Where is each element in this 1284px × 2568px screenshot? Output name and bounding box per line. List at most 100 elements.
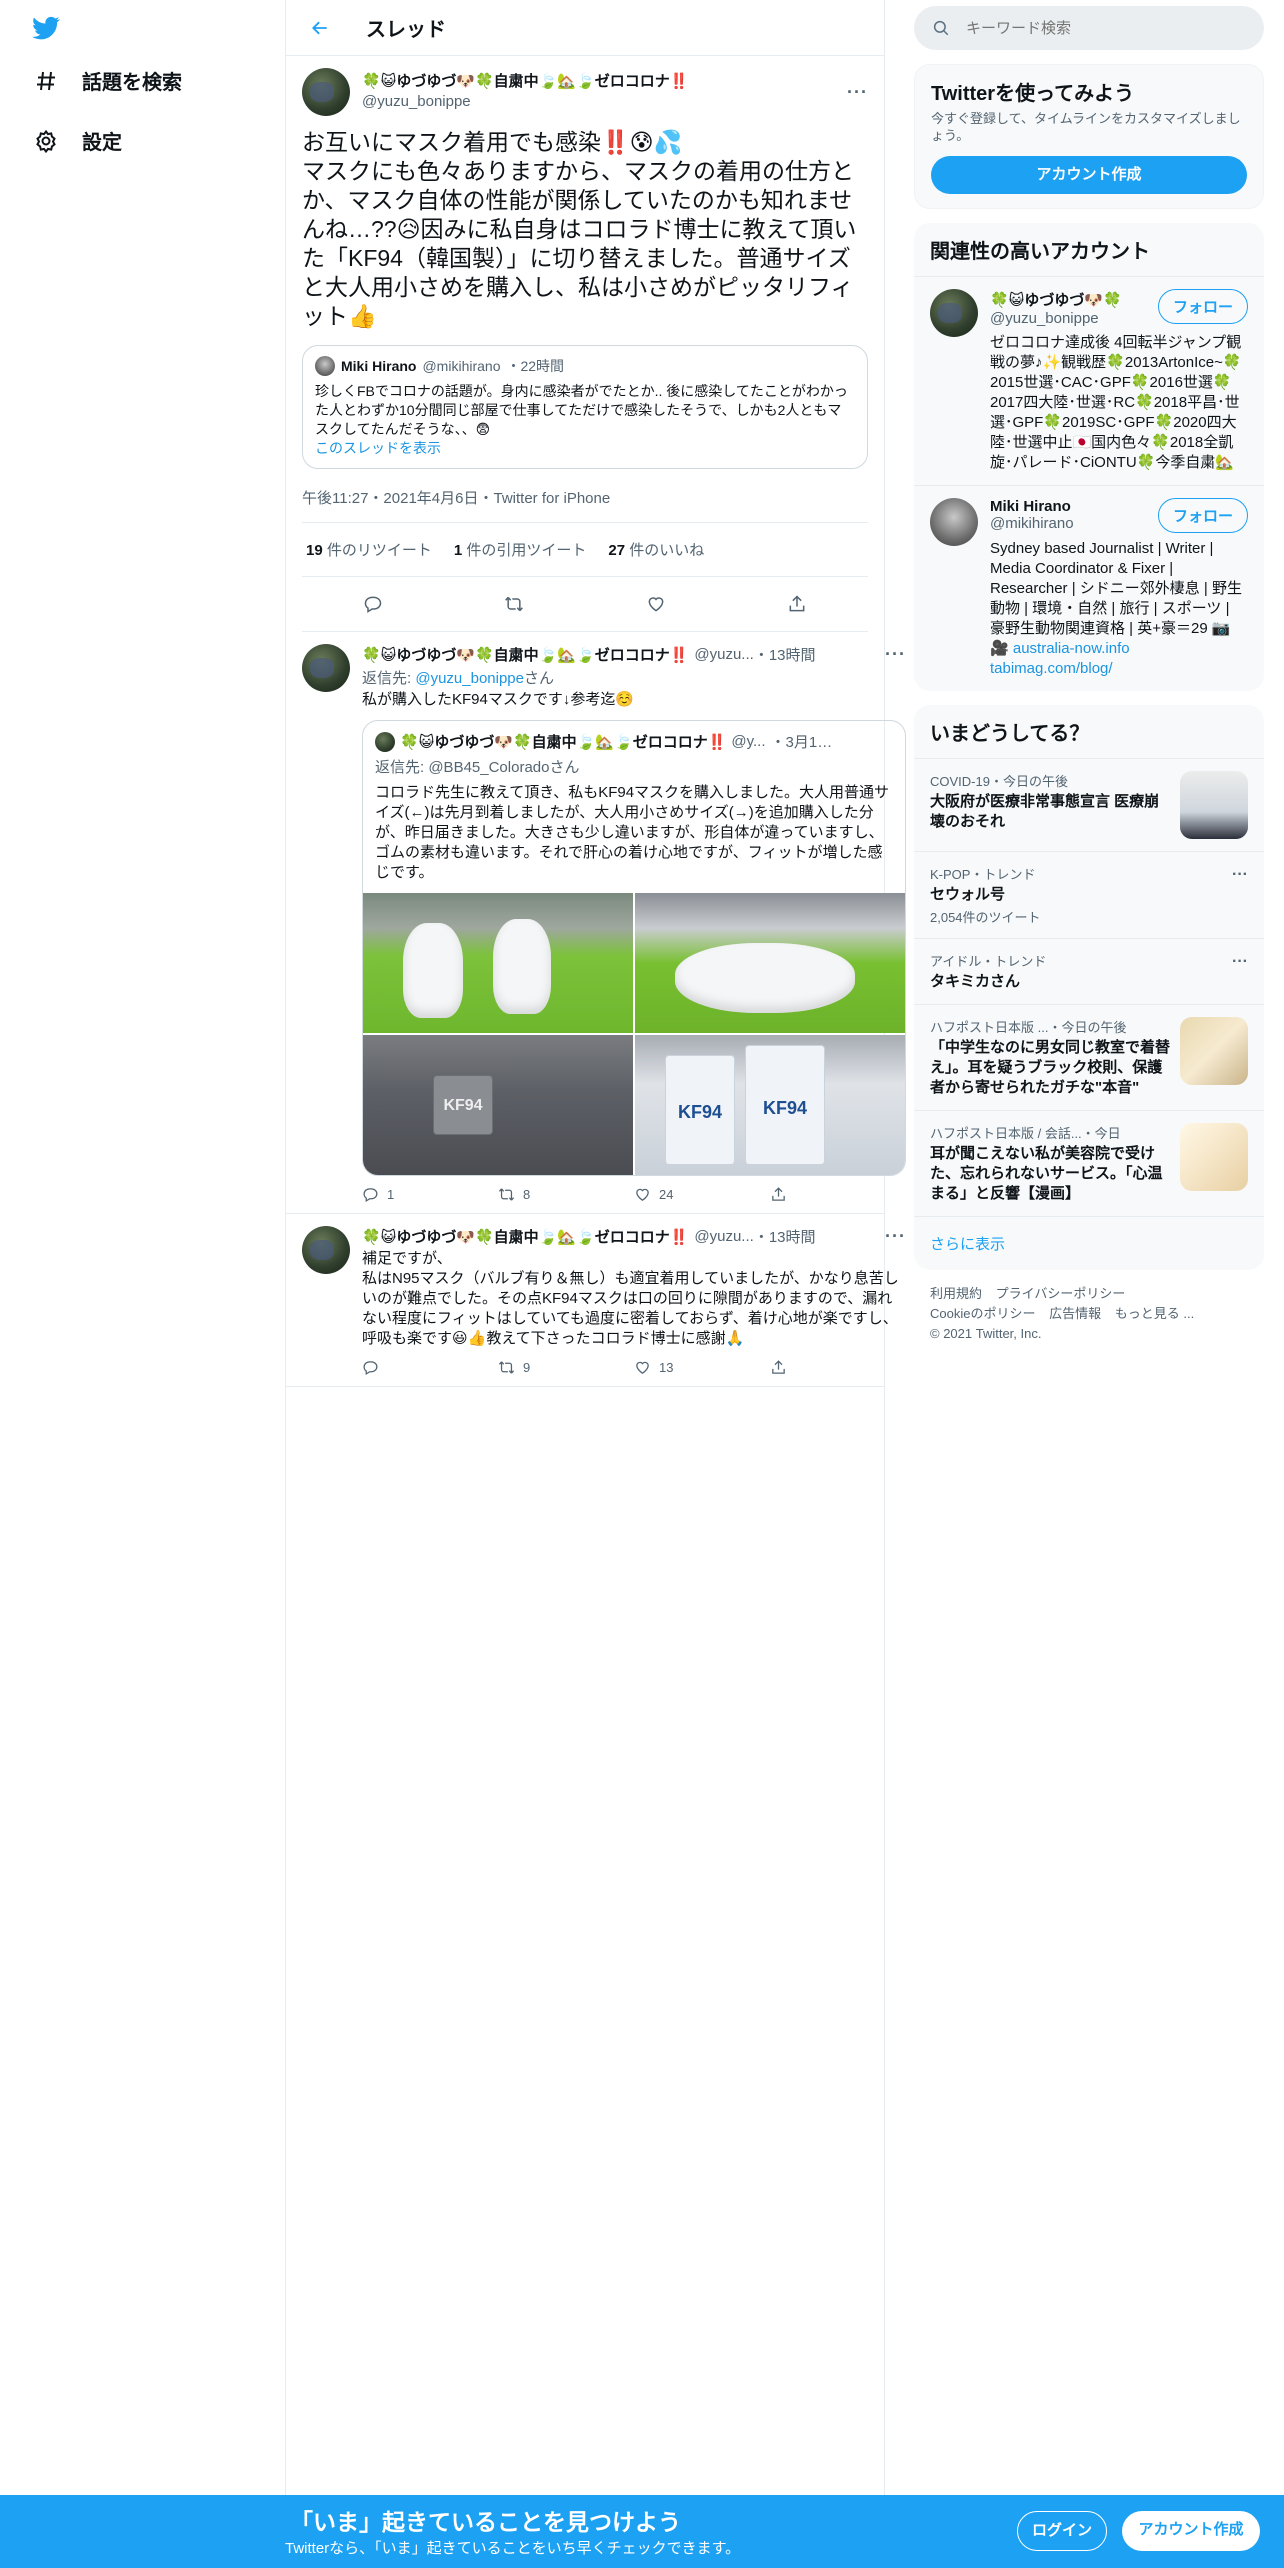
twitter-logo-icon[interactable]: [30, 14, 62, 42]
show-thread-link[interactable]: このスレッドを表示: [315, 440, 441, 456]
avatar[interactable]: [302, 644, 350, 692]
quote-text: コロラド先生に教えて頂き、私もKF94マスクを購入しました。大人用普通サイズ(←…: [375, 784, 890, 881]
like-button[interactable]: 24: [634, 1186, 770, 1203]
more-options-icon[interactable]: ···: [885, 644, 906, 665]
trend-thumbnail: [1180, 1123, 1248, 1191]
back-button[interactable]: [302, 10, 338, 46]
trend-count: 2,054件のツイート: [930, 910, 1041, 925]
login-button[interactable]: ログイン: [1017, 2511, 1107, 2551]
reply-button[interactable]: 1: [362, 1186, 498, 1203]
account-name[interactable]: Miki Hirano: [990, 498, 1158, 515]
tweet-actions: [302, 577, 868, 632]
trend-title: 大阪府が医療非常事態宣言 医療崩壊のおそれ: [930, 793, 1160, 830]
likes-stat[interactable]: 27 件のいいね: [608, 539, 704, 560]
more-options-icon[interactable]: ···: [1232, 866, 1248, 884]
follow-button[interactable]: フォロー: [1157, 289, 1248, 324]
tweet-time[interactable]: ・13時間: [754, 644, 816, 665]
share-button[interactable]: [770, 1359, 906, 1376]
quoted-tweet[interactable]: 🍀😺ゆづゆづ🐶🍀自粛中🍃🏡🍃ゼロコロナ‼️ @y... ・3月15日 返信先: …: [362, 720, 906, 1176]
replying-to-link[interactable]: @yuzu_bonippe: [415, 670, 524, 687]
retweet-button[interactable]: [497, 587, 531, 621]
ads-link[interactable]: 広告情報: [1049, 1306, 1101, 1321]
privacy-link[interactable]: プライバシーポリシー: [996, 1286, 1126, 1301]
author-name[interactable]: 🍀😺ゆづゆづ🐶🍀自粛中🍃🏡🍃ゼロコロナ‼️: [362, 644, 688, 665]
author-handle[interactable]: @yuzu...: [694, 646, 753, 663]
quotes-stat[interactable]: 1 件の引用ツイート: [454, 539, 587, 560]
retweets-stat[interactable]: 19 件のリツイート: [306, 539, 432, 560]
reply-button[interactable]: [362, 1359, 498, 1376]
author-handle[interactable]: @yuzu_bonippe: [362, 92, 847, 112]
bio-link[interactable]: tabimag.com/blog/: [990, 660, 1113, 677]
signup-button[interactable]: アカウント作成: [1122, 2511, 1260, 2551]
photo-2[interactable]: [635, 893, 905, 1033]
avatar[interactable]: [302, 1226, 350, 1274]
more-options-icon[interactable]: ···: [847, 82, 868, 103]
retweet-button[interactable]: 9: [498, 1359, 634, 1376]
search-icon: [933, 20, 949, 36]
account-handle[interactable]: @mikihirano: [990, 515, 1158, 532]
retweets-label: 件のリツイート: [322, 542, 432, 559]
reply-icon: [363, 1361, 378, 1376]
quote-time: ・3月15日: [770, 734, 841, 751]
quote-author-name: 🍀😺ゆづゆづ🐶🍀自粛中🍃🏡🍃ゼロコロナ‼️: [400, 734, 727, 751]
more-link[interactable]: もっと見る ...: [1115, 1306, 1194, 1321]
like-button[interactable]: [639, 587, 673, 621]
account-bio: Sydney based Journalist | Writer | Media…: [990, 539, 1248, 679]
bio-link[interactable]: australia-now.info: [1013, 640, 1130, 657]
nav-explore[interactable]: 話題を検索: [34, 66, 182, 95]
trend-item[interactable]: アイドル・トレンド タキミカさん ···: [914, 938, 1264, 1004]
tweet-stats: 19 件のリツイート 1 件の引用ツイート 27 件のいいね: [302, 523, 868, 577]
reply-button[interactable]: [356, 587, 390, 621]
share-icon: [772, 1187, 785, 1201]
more-options-icon[interactable]: ···: [1232, 953, 1248, 971]
trend-item[interactable]: ハフポスト日本版 / 会話...・今日 耳が聞こえない私が美容院で受けた、忘れら…: [914, 1110, 1264, 1216]
create-account-button[interactable]: アカウント作成: [931, 156, 1247, 194]
avatar[interactable]: [302, 68, 350, 116]
like-button[interactable]: 13: [634, 1359, 770, 1376]
account-item[interactable]: 🍀😺ゆづゆづ🐶🍀 @yuzu_bonippe フォロー ゼロコロナ達成後 4回転…: [914, 276, 1264, 485]
follow-button[interactable]: フォロー: [1157, 498, 1248, 533]
replying-prefix: 返信先:: [362, 670, 416, 687]
search-box[interactable]: [914, 6, 1264, 50]
cookie-link[interactable]: Cookieのポリシー: [930, 1306, 1035, 1321]
quote-replying-to: 返信先: @BB45_Coloradoさん: [375, 759, 580, 776]
trend-item[interactable]: ハフポスト日本版 ...・今日の午後 「中学生なのに男女同じ教室で着替え」。耳を…: [914, 1004, 1264, 1110]
kf94-label: KF94: [665, 1055, 735, 1165]
related-title: 関連性の高いアカウント: [930, 241, 1150, 263]
photo-3[interactable]: KF94: [363, 1035, 633, 1175]
author-name[interactable]: 🍀😺ゆづゆづ🐶🍀自粛中🍃🏡🍃ゼロコロナ‼️: [362, 1226, 688, 1247]
quoted-tweet[interactable]: Miki Hirano @mikihirano ・22時間 珍しくFBでコロナの…: [302, 345, 868, 469]
tweet-time[interactable]: ・13時間: [754, 1226, 816, 1247]
photo-4[interactable]: KF94 KF94: [635, 1035, 905, 1175]
reply-tweet[interactable]: 🍀😺ゆづゆづ🐶🍀自粛中🍃🏡🍃ゼロコロナ‼️ @yuzu... ・13時間 ···…: [286, 632, 906, 1214]
terms-link[interactable]: 利用規約: [930, 1286, 982, 1301]
more-options-icon[interactable]: ···: [885, 1226, 906, 1247]
left-nav: 話題を検索 設定: [0, 0, 285, 2495]
share-icon: [772, 1360, 785, 1374]
author-name[interactable]: 🍀😺ゆづゆづ🐶🍀自粛中🍃🏡🍃ゼロコロナ‼️: [362, 72, 847, 92]
author-handle[interactable]: @yuzu...: [694, 1228, 753, 1245]
avatar[interactable]: [930, 289, 978, 337]
tweet-text: 補足ですが、 私はN95マスク（バルブ有り＆無し）も適宜着用していましたが、かな…: [362, 1250, 899, 1347]
show-more-link[interactable]: さらに表示: [914, 1216, 1264, 1270]
retweet-button[interactable]: 8: [498, 1186, 634, 1203]
trend-item[interactable]: COVID-19・今日の午後 大阪府が医療非常事態宣言 医療崩壊のおそれ: [914, 758, 1264, 851]
footer: 利用規約 プライバシーポリシー Cookieのポリシー 広告情報 もっと見る .…: [914, 1270, 1264, 1358]
search-input[interactable]: [966, 19, 1216, 37]
avatar[interactable]: [930, 498, 978, 546]
trend-item[interactable]: K-POP・トレンド セウォル号 2,054件のツイート ···: [914, 851, 1264, 938]
share-button[interactable]: [770, 1186, 906, 1203]
tweet-text: お互いにマスク着用でも感染‼️😰💦 マスクにも色々ありますから、マスクの着用の仕…: [302, 129, 857, 329]
nav-settings-label: 設定: [82, 132, 122, 154]
account-name[interactable]: 🍀😺ゆづゆづ🐶🍀: [990, 289, 1158, 310]
nav-settings[interactable]: 設定: [34, 126, 122, 155]
account-item[interactable]: Miki Hirano @mikihirano フォロー Sydney base…: [914, 485, 1264, 691]
share-button[interactable]: [780, 587, 814, 621]
quote-text: 珍しくFBでコロナの話題が。身内に感染者がでたとか.. 後に感染してたことがわか…: [315, 383, 848, 437]
reply-tweet[interactable]: 🍀😺ゆづゆづ🐶🍀自粛中🍃🏡🍃ゼロコロナ‼️ @yuzu... ・13時間 ···…: [286, 1214, 905, 1387]
photo-1[interactable]: [363, 893, 633, 1033]
tweet-timestamp[interactable]: 午後11:27・2021年4月6日・Twitter for iPhone: [302, 473, 868, 523]
bottom-bar-subtitle: Twitterなら、「いま」起きていることをいち早くチェックできます。: [285, 2540, 741, 2557]
quotes-count: 1: [453, 542, 463, 559]
account-handle[interactable]: @yuzu_bonippe: [990, 310, 1158, 327]
